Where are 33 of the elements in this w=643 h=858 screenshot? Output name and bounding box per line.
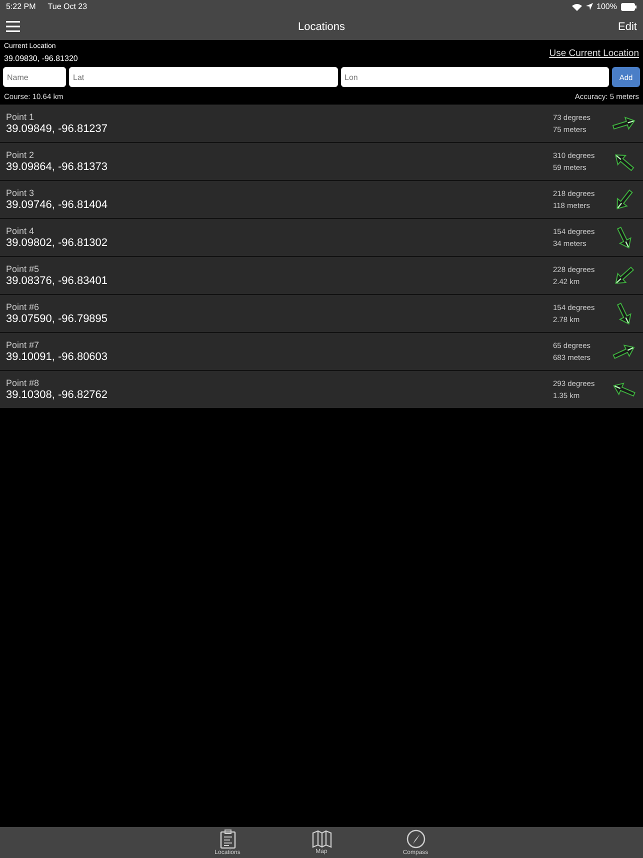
point-name: Point #6	[6, 302, 40, 312]
name-field[interactable]: Name	[3, 67, 66, 87]
edit-button[interactable]: Edit	[618, 20, 637, 32]
point-coordinates: 39.07590, -96.79895	[6, 313, 109, 325]
point-name: Point 2	[6, 150, 36, 160]
nav-title: Locations	[298, 20, 346, 32]
point-coordinates: 39.09746, -96.81404	[6, 199, 109, 211]
point-name: Point 4	[6, 226, 36, 236]
battery-percent: 100%	[596, 2, 617, 11]
point-coordinates: 39.08376, -96.83401	[6, 275, 109, 287]
wifi-icon	[572, 2, 582, 10]
battery-icon	[621, 2, 637, 10]
point-coordinates: 39.09802, -96.81302	[6, 237, 109, 249]
point-name: Point #7	[6, 340, 40, 350]
point-name: Point 1	[6, 112, 36, 122]
location-icon	[586, 3, 593, 10]
status-date: Tue Oct 23	[48, 2, 88, 11]
lon-field[interactable]: Lon	[340, 67, 609, 87]
point-name: Point 3	[6, 188, 36, 198]
map-icon	[312, 830, 332, 848]
status-time: 5:22 PM	[6, 2, 36, 11]
point-coordinates: 39.10308, -96.82762	[6, 389, 109, 401]
lat-field[interactable]: Lat	[69, 67, 338, 87]
point-name: Point #8	[6, 378, 40, 388]
point-name: Point #5	[6, 264, 40, 274]
current-coordinates: 39.09830, -96.81320	[4, 54, 78, 63]
use-current-location-link[interactable]: Use Current Location	[549, 48, 639, 58]
menu-icon[interactable]	[6, 21, 20, 32]
point-coordinates: 39.09864, -96.81373	[6, 161, 109, 173]
point-coordinates: 39.10091, -96.80603	[6, 351, 109, 363]
clipboard-icon	[220, 829, 236, 849]
compass-icon	[406, 829, 426, 849]
point-coordinates: 39.09849, -96.81237	[6, 123, 109, 135]
